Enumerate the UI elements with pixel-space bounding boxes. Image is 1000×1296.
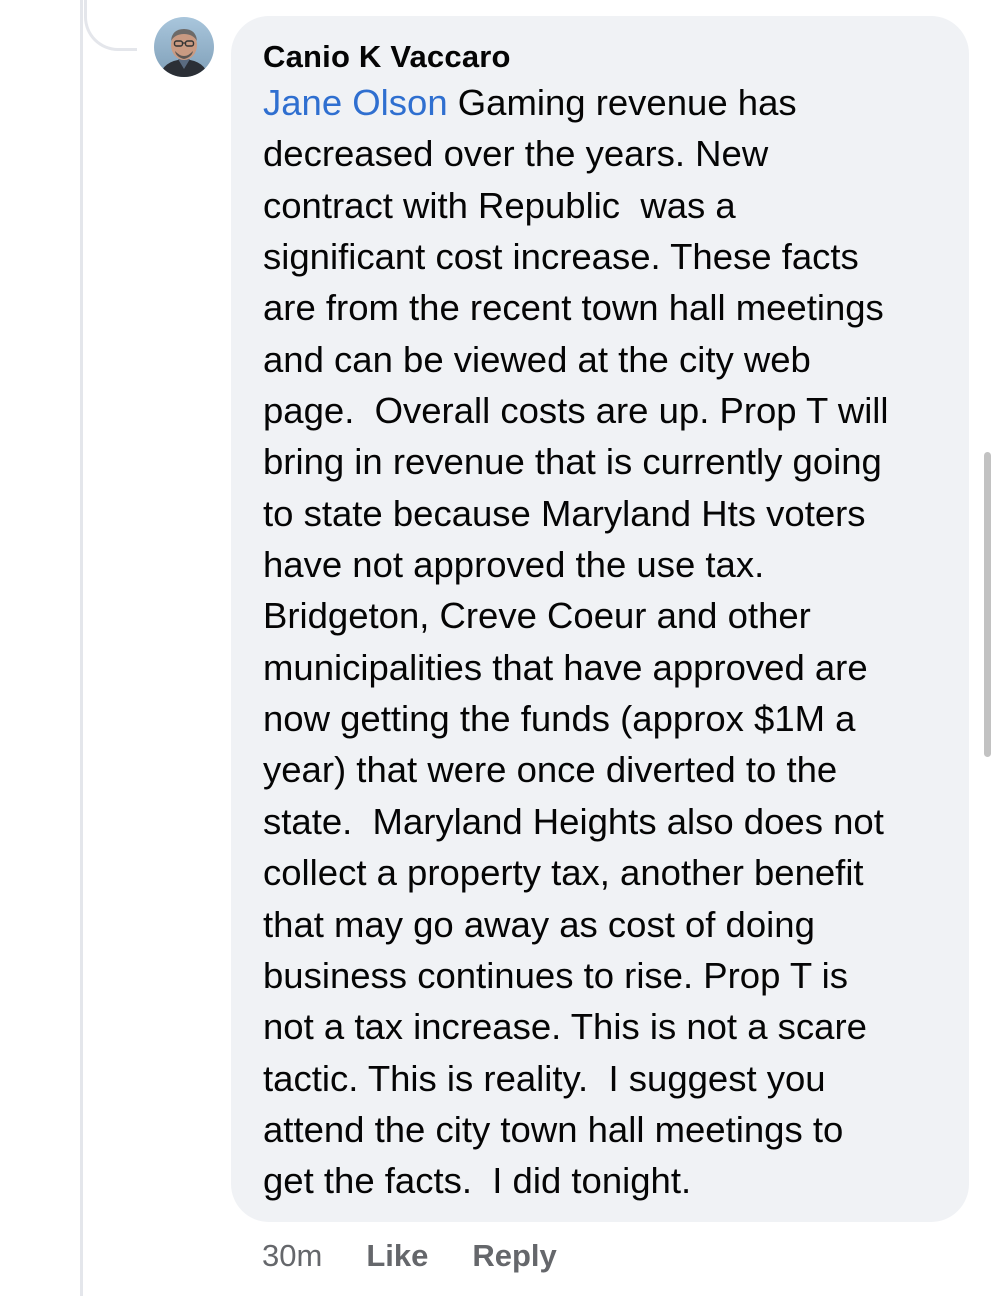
comment-text-line: to state because Maryland Hts voters (263, 492, 866, 534)
scrollbar[interactable] (984, 452, 991, 757)
comment-text: Jane Olson Gaming revenue has decreased o… (263, 77, 949, 1207)
comment-text-line: Bridgeton, Creve Coeur and other (263, 595, 811, 637)
comment-text-line: year) that were once diverted to the (263, 749, 838, 791)
comment-text-line: have not approved the use tax. (263, 544, 765, 586)
comment-text-line: and can be viewed at the city web (263, 338, 811, 380)
like-button[interactable]: Like (366, 1238, 428, 1274)
comment-text-line: state. Maryland Heights also does not (263, 800, 884, 842)
comment-text-line: bring in revenue that is currently going (263, 441, 882, 483)
comment-text-line: collect a property tax, another benefit (263, 852, 864, 894)
thread-connector (84, 0, 137, 51)
comment-text-line: that may go away as cost of doing (263, 903, 815, 945)
reply-button[interactable]: Reply (472, 1238, 556, 1274)
comment-text-line: get the facts. I did tonight. (263, 1160, 692, 1202)
comment-text-line: page. Overall costs are up. Prop T will (263, 390, 889, 432)
comment-bubble: Canio K Vaccaro Jane Olson Gaming revenu… (231, 16, 969, 1222)
comment-text-line: attend the city town hall meetings to (263, 1108, 844, 1150)
comment-text-line: are from the recent town hall meetings (263, 287, 884, 329)
comment-text-line: municipalities that have approved are (263, 646, 868, 688)
comment-text-line: now getting the funds (approx $1M a (263, 698, 856, 740)
comment-author[interactable]: Canio K Vaccaro (263, 35, 949, 79)
thread-line (80, 0, 83, 1296)
comment-text-line: business continues to rise. Prop T is (263, 954, 848, 996)
comment-text-line: decreased over the years. New (263, 133, 769, 175)
comment-text-line: contract with Republic was a (263, 184, 736, 226)
comment-text-line: Gaming revenue has (447, 82, 797, 123)
comment-actions: 30m Like Reply (262, 1231, 601, 1281)
user-avatar-icon (154, 17, 214, 77)
comment-text-line: tactic. This is reality. I suggest you (263, 1057, 826, 1099)
comment-text-line: not a tax increase. This is not a scare (263, 1006, 867, 1048)
avatar[interactable] (154, 17, 214, 77)
mention-link[interactable]: Jane Olson (263, 82, 448, 123)
comment-text-line: significant cost increase. These facts (263, 236, 859, 278)
comment-timestamp[interactable]: 30m (262, 1238, 322, 1274)
